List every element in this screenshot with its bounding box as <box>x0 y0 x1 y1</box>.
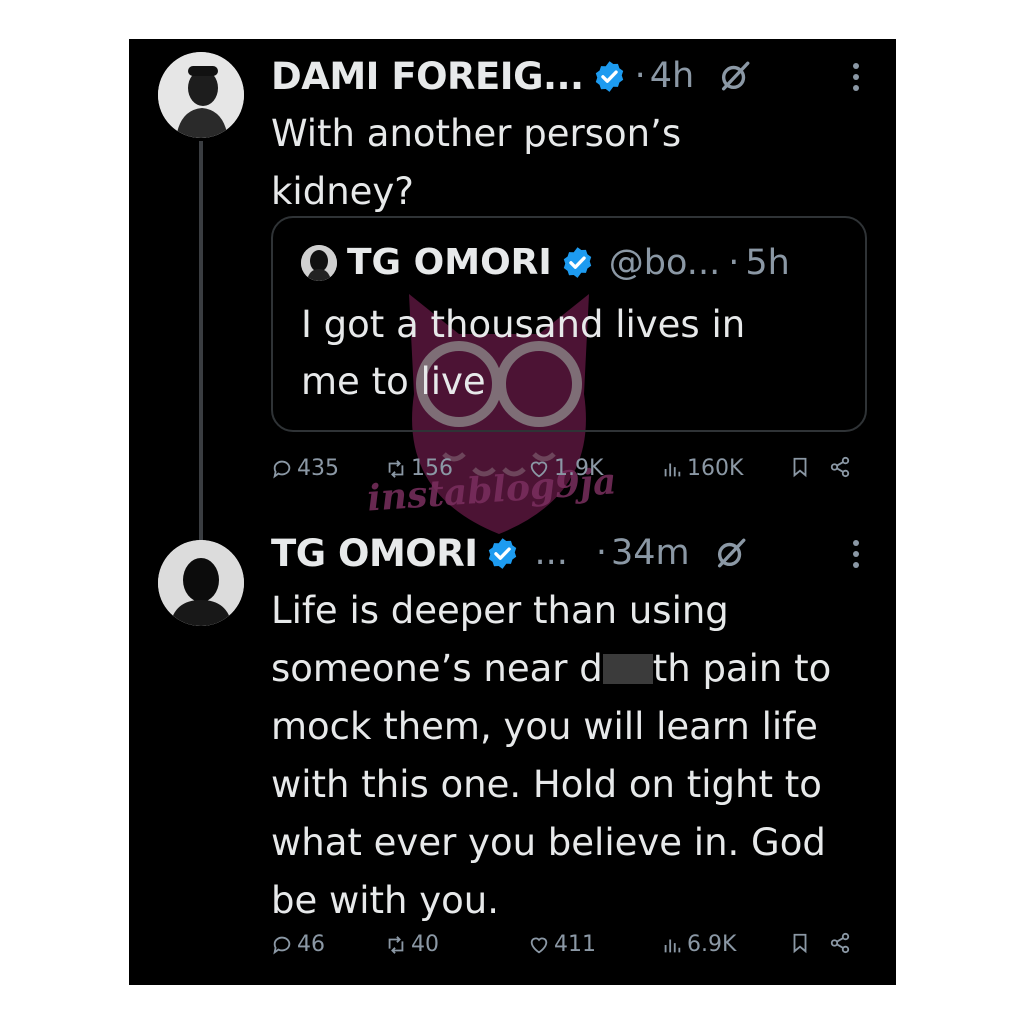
tweet-body-line: be with you. <box>271 879 500 922</box>
views-count: 6.9K <box>687 932 737 957</box>
views-icon <box>664 939 681 952</box>
quoted-handle: @bo... <box>608 242 721 283</box>
tweet-body-line: someone’s near d <box>271 647 603 690</box>
tweet-time[interactable]: 34m <box>611 533 690 573</box>
quoted-tweet-card[interactable]: TG OMORI @bo... · 5h I got a thousand li… <box>271 216 867 432</box>
tweet-body-line: th pain to <box>652 647 832 690</box>
quoted-body-line: I got a thousand lives in <box>301 303 746 346</box>
share-button[interactable] <box>829 932 855 954</box>
tweet-body-line: kidney? <box>271 170 414 213</box>
verified-badge-icon <box>595 60 623 92</box>
share-icon <box>830 456 850 478</box>
reply-icon <box>273 460 291 479</box>
time-separator: · <box>634 56 646 96</box>
views-icon <box>664 463 681 476</box>
thread-connector-line <box>199 141 203 566</box>
reply-icon <box>273 936 291 955</box>
grok-icon[interactable] <box>718 59 752 93</box>
tweet-body-line: what ever you believe in. God <box>271 821 826 864</box>
more-icon[interactable] <box>852 540 860 568</box>
verified-badge-icon <box>489 537 517 569</box>
like-count: 411 <box>554 932 596 957</box>
verified-badge-icon <box>563 247 592 278</box>
time-separator: · <box>595 533 608 573</box>
like-count: 1.9K <box>554 456 604 481</box>
repost-count: 156 <box>411 456 453 481</box>
repost-count: 40 <box>411 932 439 957</box>
quoted-author-name: TG OMORI <box>347 242 552 283</box>
views-button[interactable]: 6.9K <box>661 932 736 957</box>
like-icon <box>530 937 548 953</box>
share-button[interactable] <box>829 456 855 478</box>
views-count: 160K <box>687 456 744 481</box>
tweet-tg-omori[interactable]: TG OMORI ... · 34m Life is deeper than u… <box>271 524 882 930</box>
tweet-dami[interactable]: DAMI FOREIG... · 4h With another person’… <box>271 47 882 221</box>
author-name[interactable]: DAMI FOREIG... <box>271 55 584 98</box>
quoted-time: 5h <box>745 242 790 283</box>
tweet-body: With another person’s kidney? <box>271 105 882 221</box>
repost-button[interactable]: 40 <box>385 932 439 957</box>
like-icon <box>530 461 548 477</box>
more-icon[interactable] <box>852 63 860 91</box>
like-button[interactable]: 1.9K <box>528 456 603 481</box>
redaction-box <box>602 654 653 684</box>
tweet-body-line: Life is deeper than using <box>271 589 729 632</box>
tweet-body-line: With another person’s <box>271 112 682 155</box>
quoted-tweet-body: I got a thousand lives in me to live <box>301 296 841 410</box>
bookmark-icon <box>793 933 807 954</box>
views-button[interactable]: 160K <box>661 456 743 481</box>
author-name[interactable]: TG OMORI <box>271 532 478 575</box>
quoted-tweet-header: TG OMORI @bo... · 5h <box>301 242 790 283</box>
tweet-time[interactable]: 4h <box>650 56 694 96</box>
time-separator: · <box>728 242 740 283</box>
repost-icon <box>388 459 404 478</box>
handle-ellipsis: ... <box>534 533 568 573</box>
reply-count: 435 <box>297 456 339 481</box>
bookmark-button[interactable] <box>789 932 815 954</box>
tweet-header: DAMI FOREIG... · 4h <box>271 47 882 105</box>
reply-button[interactable]: 46 <box>271 932 325 957</box>
reply-count: 46 <box>297 932 325 957</box>
avatar-tg-omori[interactable] <box>158 540 244 626</box>
tweet-body-line: with this one. Hold on tight to <box>271 763 822 806</box>
avatar-dami[interactable] <box>158 52 244 138</box>
grok-icon[interactable] <box>714 536 748 570</box>
share-icon <box>830 932 850 954</box>
quoted-body-line: me to live <box>301 360 486 403</box>
repost-button[interactable]: 156 <box>385 456 453 481</box>
bookmark-icon <box>793 457 807 478</box>
repost-icon <box>388 935 404 954</box>
tweet-body-line: mock them, you will learn life <box>271 705 818 748</box>
reply-button[interactable]: 435 <box>271 456 339 481</box>
quoted-avatar <box>301 244 337 281</box>
tweet-thread-frame: instablog9ja DAMI FOREIG... · 4h With an <box>129 39 896 985</box>
like-button[interactable]: 411 <box>528 932 596 957</box>
tweet-header: TG OMORI ... · 34m <box>271 524 882 582</box>
tweet-body: Life is deeper than using someone’s near… <box>271 582 882 930</box>
bookmark-button[interactable] <box>789 456 815 478</box>
